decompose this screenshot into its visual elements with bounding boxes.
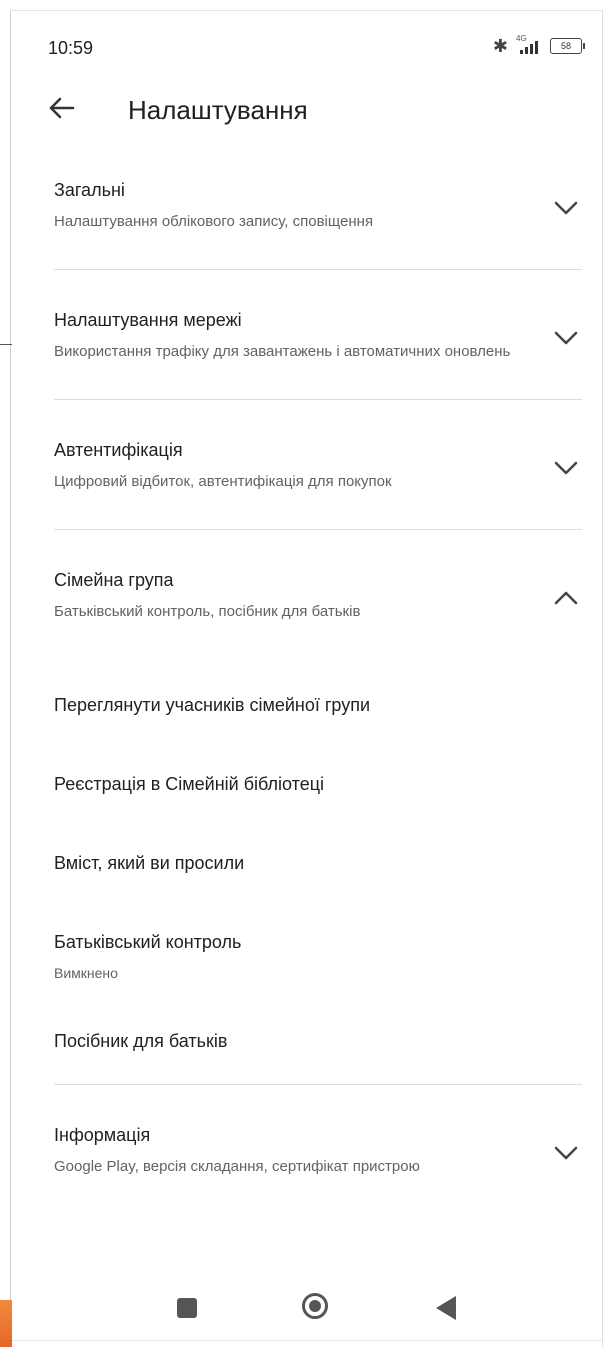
family-item-title: Посібник для батьків	[54, 1031, 228, 1051]
family-item-parent-guide[interactable]: Посібник для батьків	[11, 1031, 602, 1052]
section-authentication[interactable]: Автентифікація Цифровий відбиток, автент…	[11, 400, 602, 515]
bluetooth-icon: ✱	[492, 36, 508, 56]
network-type-label: 4G	[516, 34, 527, 43]
frame-border-top	[10, 10, 602, 11]
parental-controls-status: Вимкнено	[54, 965, 118, 981]
section-subtitle: Використання трафіку для завантажень і а…	[54, 343, 511, 360]
section-title: Налаштування мережі	[54, 310, 242, 330]
recents-square-icon[interactable]	[177, 1298, 197, 1318]
section-title: Інформація	[54, 1125, 151, 1145]
section-network[interactable]: Налаштування мережі Використання трафіку…	[11, 270, 602, 385]
screen: 10:59 ✱ 4G 58 Налаштування Загальні Нала…	[0, 0, 612, 1347]
signal-icon: 4G	[514, 34, 544, 56]
app-bar: Налаштування	[11, 80, 602, 140]
battery-icon: 58	[550, 38, 585, 54]
status-time: 10:59	[48, 38, 94, 58]
family-item-title: Реєстрація в Сімейній бібліотеці	[54, 774, 325, 794]
section-title: Сімейна група	[54, 570, 174, 590]
status-icons: ✱ 4G 58	[492, 34, 585, 56]
chevron-up-icon[interactable]	[552, 586, 580, 610]
back-triangle-icon[interactable]	[436, 1296, 456, 1320]
chevron-down-icon[interactable]	[552, 196, 580, 220]
frame-border-bottom	[10, 1340, 602, 1341]
section-title: Загальні	[54, 180, 125, 200]
family-item-requested-content[interactable]: Вміст, який ви просили	[11, 853, 602, 874]
status-bar: 10:59 ✱ 4G 58	[11, 30, 602, 70]
arrow-left-icon[interactable]	[45, 92, 77, 124]
frame-border-right	[602, 10, 603, 1347]
family-item-title: Вміст, який ви просили	[54, 853, 245, 873]
family-item-family-library[interactable]: Реєстрація в Сімейній бібліотеці	[11, 774, 602, 795]
settings-list: Загальні Налаштування облікового запису,…	[11, 160, 602, 1200]
section-family-group[interactable]: Сімейна група Батьківський контроль, пос…	[11, 530, 602, 645]
section-about[interactable]: Інформація Google Play, версія складання…	[11, 1085, 602, 1200]
family-item-view-members[interactable]: Переглянути учасників сімейної групи	[11, 695, 602, 716]
section-title: Автентифікація	[54, 440, 183, 460]
section-subtitle: Налаштування облікового запису, сповіщен…	[54, 213, 374, 230]
section-subtitle: Батьківський контроль, посібник для бать…	[54, 603, 361, 620]
family-item-title: Переглянути учасників сімейної групи	[54, 695, 371, 715]
chevron-down-icon[interactable]	[552, 1141, 580, 1165]
section-subtitle: Google Play, версія складання, сертифіка…	[54, 1158, 420, 1175]
section-general[interactable]: Загальні Налаштування облікового запису,…	[11, 160, 602, 255]
family-item-title: Батьківський контроль	[54, 932, 242, 952]
system-nav-bar	[11, 1278, 602, 1338]
home-circle-icon[interactable]	[302, 1293, 328, 1319]
chevron-down-icon[interactable]	[552, 456, 580, 480]
chevron-down-icon[interactable]	[552, 326, 580, 350]
section-subtitle: Цифровий відбиток, автентифікація для по…	[54, 473, 392, 490]
page-title: Налаштування	[128, 95, 308, 125]
family-item-parental-controls[interactable]: Батьківський контроль Вимкнено	[11, 932, 602, 981]
